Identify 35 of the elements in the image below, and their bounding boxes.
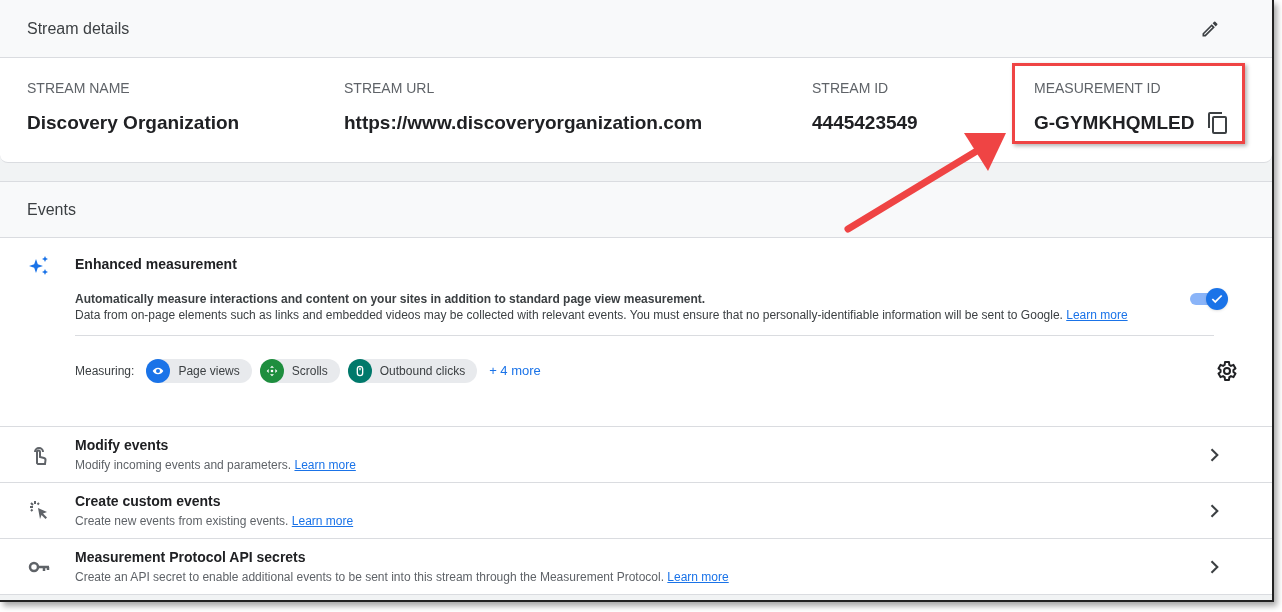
field-label: STREAM ID xyxy=(812,79,890,98)
edit-icon[interactable] xyxy=(1200,18,1220,39)
field-label: MEASUREMENT ID xyxy=(1034,79,1162,98)
measurement-chip: Scrolls xyxy=(259,359,340,383)
card-title: Events xyxy=(27,199,76,220)
row-title: Measurement Protocol API secrets xyxy=(75,548,307,567)
note-text: Data from on-page elements such as links and embedded videos may be collected with relevant events. You must ensure that no personally-identifiable information will be sent to Google. Learn more xyxy=(75,307,1129,323)
measurement-chip: Outbound clicks xyxy=(347,359,478,383)
learn-more-link[interactable]: Learn more xyxy=(1066,308,1128,322)
row-title: Create custom events xyxy=(75,492,222,511)
row-description: Create an API secret to enable additional events to be sent into this stream through the Measurement Protocol. Learn more xyxy=(75,569,730,586)
event-row[interactable]: Measurement Protocol API secrets Create an API secret to enable additional events to be sent into this stream through the Measurement Protocol. Learn more xyxy=(0,539,1272,595)
learn-more-link[interactable]: Learn more xyxy=(667,570,729,584)
field-value: G-GYMKHQMLED xyxy=(1034,111,1195,135)
event-row[interactable]: Create custom events Create new events from existing events. Learn more xyxy=(0,483,1272,539)
field-label: STREAM URL xyxy=(344,79,436,98)
more-link[interactable]: + 4 more xyxy=(489,361,541,381)
field-label: STREAM NAME xyxy=(27,79,131,98)
row-description: Modify incoming events and parameters. Learn more xyxy=(75,457,357,474)
settings-icon[interactable] xyxy=(1214,359,1238,383)
row-description: Create new events from existing events. Learn more xyxy=(75,513,355,530)
description-text: Automatically measure interactions and content on your sites in addition to standard page view measurement. xyxy=(75,291,707,307)
check-icon xyxy=(1210,292,1224,306)
learn-more-link[interactable]: Learn more xyxy=(291,514,354,528)
field-value: Discovery Organization xyxy=(27,111,240,135)
toggle-switch[interactable] xyxy=(1190,288,1228,310)
measuring-label: Measuring: xyxy=(75,363,135,380)
card-title: Stream details xyxy=(27,18,130,39)
measurement-chip: Page views xyxy=(146,359,252,383)
section-title: Enhanced measurement xyxy=(75,255,238,274)
learn-more-link[interactable]: Learn more xyxy=(294,458,356,472)
event-row[interactable]: Modify events Modify incoming events and parameters. Learn more xyxy=(0,427,1272,483)
row-title: Modify events xyxy=(75,436,170,455)
field-value: 4445423549 xyxy=(812,111,918,135)
field-value: https://www.discoveryorganization.com xyxy=(344,111,703,135)
